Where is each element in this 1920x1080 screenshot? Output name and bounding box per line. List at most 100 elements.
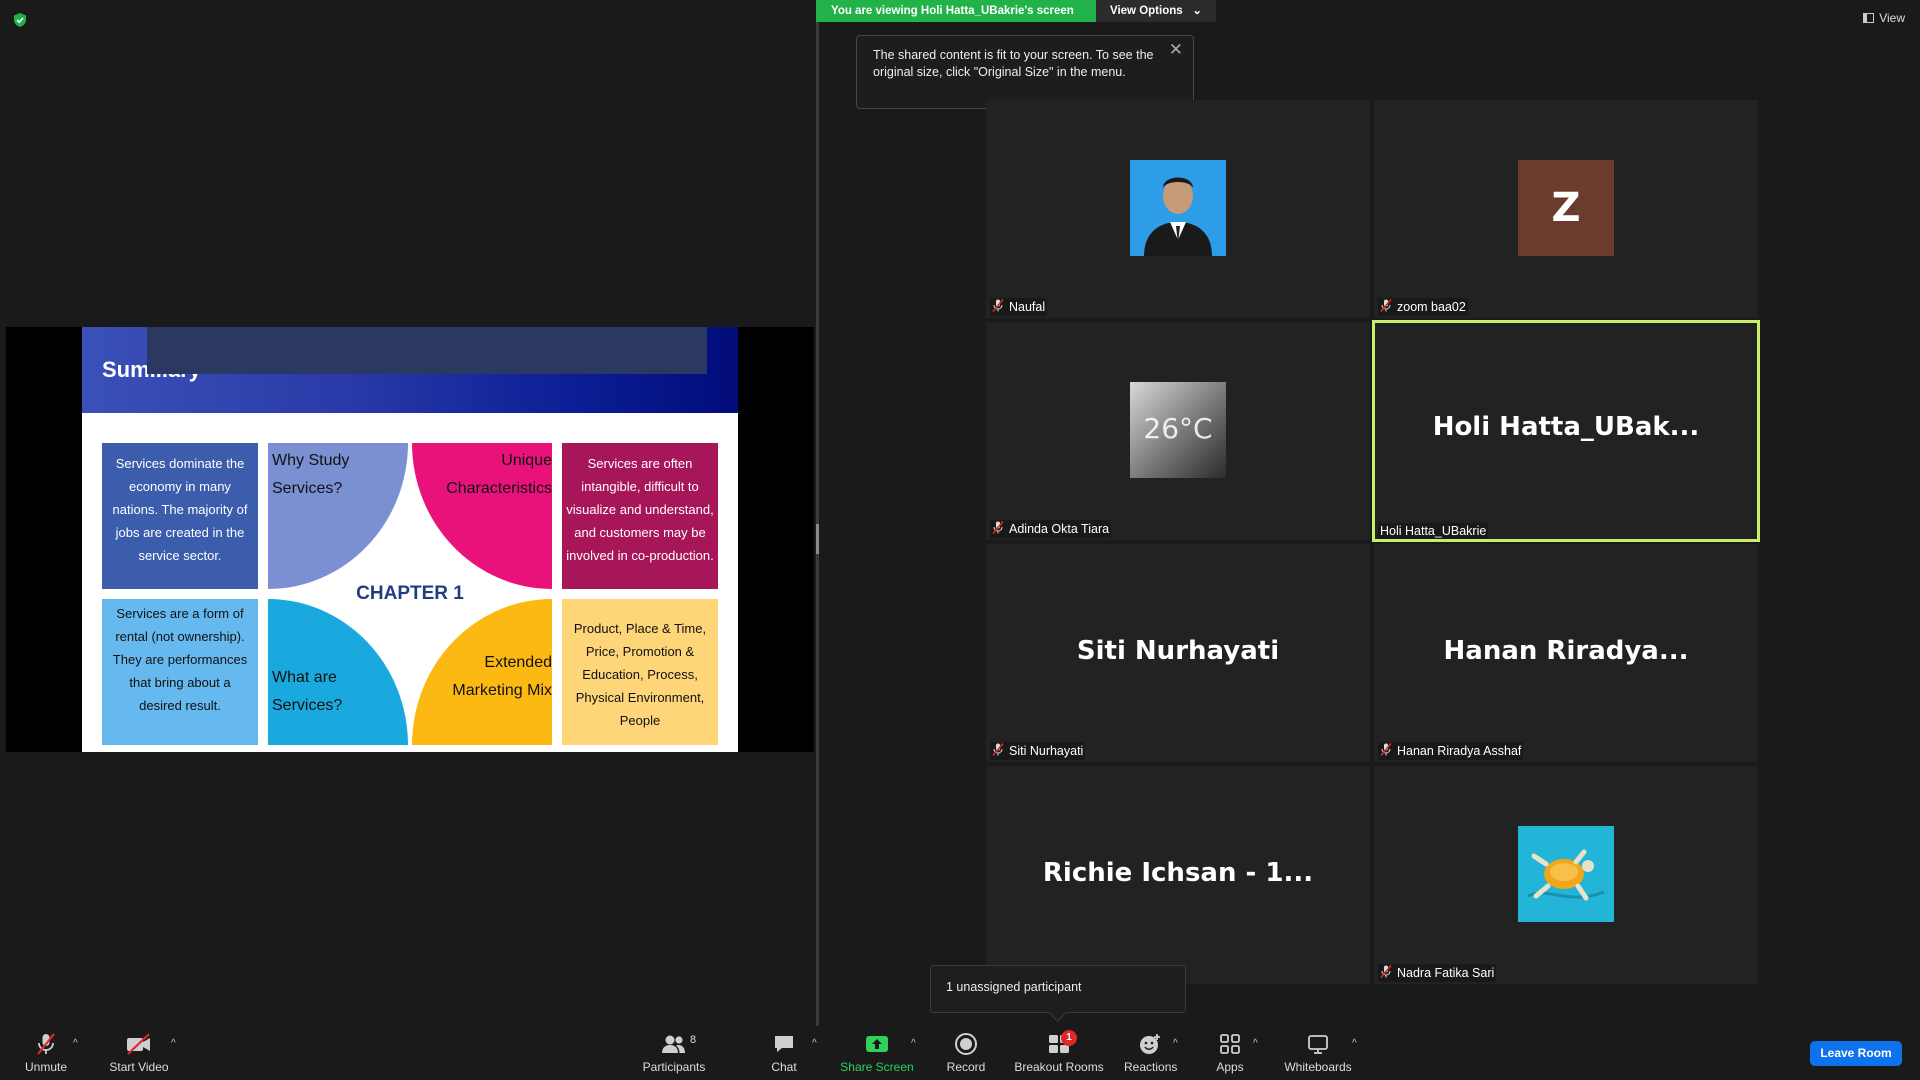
avatar: Z	[1518, 160, 1614, 256]
unmute-label: Unmute	[24, 1060, 68, 1074]
participant-name-label: zoom baa02	[1378, 298, 1468, 316]
reactions-label: Reactions	[1124, 1060, 1178, 1074]
participant-name: Holi Hatta_UBakrie	[1380, 524, 1487, 538]
breakout-badge: 1	[1061, 1030, 1077, 1046]
divider-handle[interactable]	[816, 524, 819, 554]
apps-options-caret-icon[interactable]: ^	[1253, 1038, 1258, 1049]
participant-tile[interactable]: Zzoom baa02	[1374, 100, 1758, 318]
participant-display-name: Siti Nurhayati	[1076, 636, 1280, 666]
box-services-dominate: Services dominate the economy in many na…	[102, 443, 258, 589]
participants-button[interactable]: Participants	[640, 1032, 708, 1074]
video-off-icon	[127, 1033, 150, 1055]
record-label: Record	[946, 1060, 986, 1074]
participant-tile[interactable]: Naufal	[986, 100, 1370, 318]
chat-icon	[775, 1036, 793, 1052]
avatar	[1518, 826, 1614, 922]
chat-button[interactable]: Chat	[764, 1032, 804, 1074]
view-button[interactable]: View	[1863, 11, 1905, 25]
view-options-button[interactable]: View Options ⌄	[1096, 0, 1216, 22]
meeting-toolbar: Unmute ^ Start Video ^ Participants 8 Ch…	[0, 1026, 1920, 1080]
microphone-muted-icon	[1380, 298, 1392, 315]
split-divider[interactable]	[816, 0, 819, 1026]
share-options-caret-icon[interactable]: ^	[911, 1038, 916, 1049]
microphone-muted-icon	[1380, 964, 1392, 981]
avatar	[1130, 160, 1226, 256]
security-shield-icon[interactable]	[12, 12, 28, 28]
participant-name-label: Siti Nurhayati	[990, 742, 1086, 760]
participant-name-label: Holi Hatta_UBakrie	[1378, 523, 1489, 539]
close-icon[interactable]: ✕	[1169, 41, 1183, 58]
chat-options-caret-icon[interactable]: ^	[812, 1038, 817, 1049]
apps-button[interactable]: Apps	[1210, 1032, 1250, 1074]
view-options-label: View Options	[1110, 5, 1183, 17]
microphone-muted-icon	[37, 1033, 55, 1055]
participants-label: Participants	[642, 1060, 706, 1074]
reactions-button[interactable]: Reactions	[1124, 1032, 1178, 1074]
participant-tile[interactable]: Richie Ichsan - 1...	[986, 766, 1370, 984]
video-options-caret-icon[interactable]: ^	[171, 1038, 176, 1049]
viewing-banner: You are viewing Holi Hatta_UBakrie's scr…	[816, 0, 1216, 22]
microphone-muted-icon	[992, 742, 1004, 759]
share-screen-icon	[866, 1036, 888, 1052]
microphone-muted-icon	[992, 298, 1004, 315]
label-what-are-services: What are Services?	[272, 669, 343, 714]
participant-display-name: Holi Hatta_UBak...	[1432, 412, 1700, 442]
participant-tile[interactable]: 26°C Adinda Okta Tiara	[986, 322, 1370, 540]
whiteboard-icon	[1308, 1035, 1328, 1054]
label-why-study: Why Study Services?	[272, 452, 350, 497]
box-intangible: Services are often intangible, difficult…	[562, 443, 718, 589]
microphone-muted-icon	[1380, 742, 1392, 759]
participant-tile[interactable]: Holi Hatta_UBak... Holi Hatta_UBakrie	[1372, 320, 1760, 542]
participant-display-name: Hanan Riradya...	[1443, 636, 1689, 666]
label-unique-characteristics: Unique Characteristics	[446, 452, 552, 497]
breakout-tooltip: 1 unassigned participant	[930, 965, 1186, 1013]
annotation-overlay	[147, 327, 707, 374]
audio-options-caret-icon[interactable]: ^	[73, 1038, 78, 1049]
participant-name: zoom baa02	[1397, 300, 1466, 314]
breakout-rooms-button[interactable]: 1 Breakout Rooms	[1012, 1030, 1106, 1074]
participant-name: Nadra Fatika Sari	[1397, 966, 1495, 980]
label-extended-marketing-mix: Extended Marketing Mix	[452, 654, 552, 699]
avatar: 26°C	[1130, 382, 1226, 478]
participant-name-label: Naufal	[990, 298, 1048, 316]
start-video-button[interactable]: Start Video	[106, 1032, 172, 1074]
box-rental: Services are a form of rental (not owner…	[102, 599, 258, 745]
participant-name-label: Nadra Fatika Sari	[1378, 964, 1497, 982]
view-label: View	[1879, 11, 1905, 25]
participant-name: Siti Nurhayati	[1009, 744, 1084, 758]
participant-name: Naufal	[1009, 300, 1046, 314]
apps-label: Apps	[1216, 1060, 1244, 1074]
tooltip-text: The shared content is fit to your screen…	[873, 48, 1154, 79]
reactions-options-caret-icon[interactable]: ^	[1173, 1038, 1178, 1049]
share-screen-button[interactable]: Share Screen	[840, 1032, 914, 1074]
whiteboards-button[interactable]: Whiteboards	[1282, 1032, 1354, 1074]
record-button[interactable]: Record	[944, 1032, 988, 1074]
whiteboards-options-caret-icon[interactable]: ^	[1352, 1038, 1357, 1049]
participant-name-label: Adinda Okta Tiara	[990, 520, 1112, 538]
apps-icon	[1220, 1034, 1240, 1054]
chat-label: Chat	[771, 1060, 797, 1074]
viewing-status: You are viewing Holi Hatta_UBakrie's scr…	[816, 0, 1096, 22]
participant-tile[interactable]: Siti Nurhayati Siti Nurhayati	[986, 544, 1370, 762]
participants-count: 8	[690, 1034, 697, 1046]
fit-screen-tooltip: The shared content is fit to your screen…	[856, 35, 1194, 109]
layout-icon	[1863, 13, 1875, 23]
shared-screen[interactable]: Sum...ary Services dominate the economy …	[6, 327, 814, 752]
unmute-button[interactable]: Unmute	[20, 1032, 72, 1074]
share-screen-label: Share Screen	[840, 1060, 914, 1074]
participant-name-label: Hanan Riradya Asshaf	[1378, 742, 1524, 760]
leave-room-button[interactable]: Leave Room	[1810, 1041, 1902, 1066]
participant-name: Hanan Riradya Asshaf	[1397, 744, 1522, 758]
record-icon	[955, 1033, 977, 1055]
breakout-rooms-label: Breakout Rooms	[1014, 1060, 1104, 1074]
participant-name: Adinda Okta Tiara	[1009, 522, 1110, 536]
presentation-slide: Sum...ary Services dominate the economy …	[82, 327, 738, 752]
box-marketing-mix-list: Product, Place & Time, Price, Promotion …	[562, 599, 718, 745]
chevron-down-icon: ⌄	[1192, 5, 1202, 17]
participant-tile[interactable]: Hanan Riradya... Hanan Riradya Asshaf	[1374, 544, 1758, 762]
participant-tile[interactable]: Nadra Fatika Sari	[1374, 766, 1758, 984]
zoom-window: Sum...ary Services dominate the economy …	[0, 0, 1920, 1080]
whiteboards-label: Whiteboards	[1284, 1060, 1352, 1074]
start-video-label: Start Video	[109, 1060, 169, 1074]
avatar-overlay-text: 26°C	[1143, 412, 1213, 445]
